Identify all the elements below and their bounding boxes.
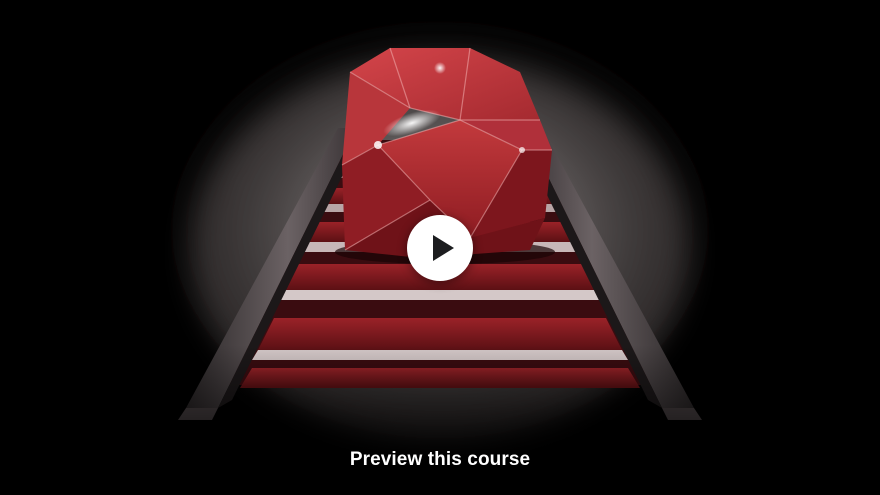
- play-icon: [432, 235, 454, 261]
- course-preview[interactable]: Preview this course: [0, 0, 880, 495]
- preview-course-label[interactable]: Preview this course: [0, 449, 880, 471]
- play-button[interactable]: [407, 215, 473, 281]
